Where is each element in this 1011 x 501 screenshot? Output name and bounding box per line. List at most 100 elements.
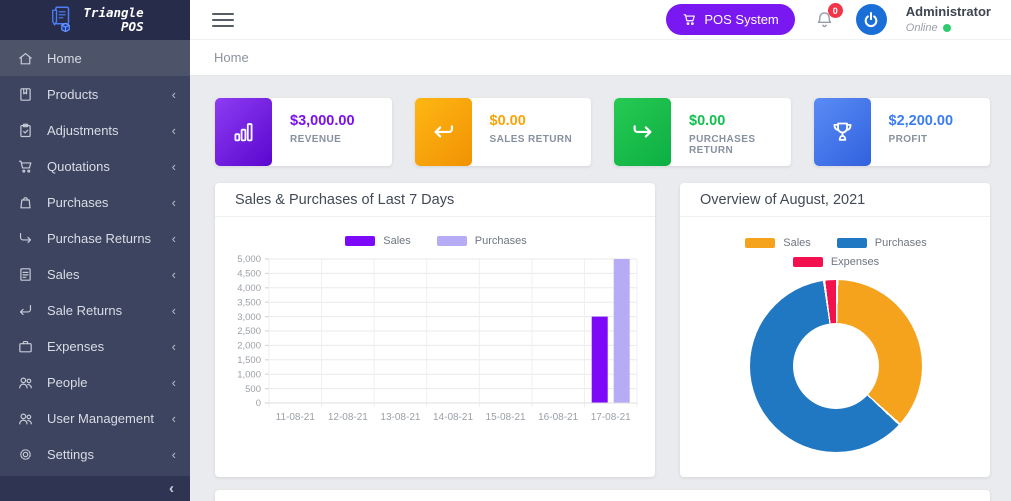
sidebar-item-sales[interactable]: Sales ‹	[0, 256, 190, 292]
notifications-button[interactable]: 0	[814, 9, 835, 30]
sidebar-item-settings[interactable]: Settings ‹	[0, 436, 190, 472]
sidebar-item-user-management[interactable]: User Management ‹	[0, 400, 190, 436]
legend-swatch	[793, 257, 823, 267]
stat-label: PURCHASES RETURN	[689, 134, 791, 156]
briefcase-icon	[17, 338, 34, 355]
bar-chart-icon	[215, 98, 272, 166]
sidebar-item-home[interactable]: Home	[0, 40, 190, 76]
sidebar-collapse-button[interactable]: ‹	[0, 476, 190, 501]
svg-text:1,000: 1,000	[237, 369, 261, 380]
stat-info: $3,000.00 REVENUE	[272, 98, 355, 166]
cart-icon	[682, 12, 697, 27]
user-avatar[interactable]	[856, 4, 887, 35]
bar-legend: Sales Purchases	[227, 235, 645, 247]
user-info: Administrator Online	[906, 4, 991, 35]
sidebar-item-label: Quotations	[47, 159, 172, 174]
return-arrow-icon	[415, 98, 472, 166]
user-status: Online	[906, 21, 991, 35]
svg-text:4,500: 4,500	[237, 269, 261, 280]
breadcrumb: Home	[190, 40, 1011, 76]
sidebar: Triangle POS Home Products ‹ Adjustments…	[0, 0, 190, 501]
sidebar-item-adjustments[interactable]: Adjustments ‹	[0, 112, 190, 148]
sidebar-item-expenses[interactable]: Expenses ‹	[0, 328, 190, 364]
collapse-sidebar-icon: ‹	[169, 480, 174, 497]
sidebar-item-label: Home	[47, 51, 176, 66]
legend-item-sales: Sales	[345, 235, 411, 247]
chevron-left-icon: ‹	[172, 196, 176, 209]
chevron-left-icon: ‹	[172, 412, 176, 425]
sidebar-item-label: Purchases	[47, 195, 172, 210]
sidebar-item-people[interactable]: People ‹	[0, 364, 190, 400]
sidebar-item-purchases[interactable]: Purchases ‹	[0, 184, 190, 220]
chevron-left-icon: ‹	[172, 160, 176, 173]
breadcrumb-home-link[interactable]: Home	[214, 50, 249, 65]
donut-legend: Sales Purchases Expenses	[701, 237, 971, 268]
svg-text:4,000: 4,000	[237, 283, 261, 294]
user-status-label: Online	[906, 21, 938, 35]
legend-swatch	[437, 236, 467, 246]
donut-chart	[750, 280, 922, 452]
chevron-left-icon: ‹	[172, 376, 176, 389]
bar-chart-svg: 05001,0001,5002,0002,5003,0003,5004,0004…	[227, 251, 645, 437]
sidebar-item-label: Expenses	[47, 339, 172, 354]
sidebar-item-label: Settings	[47, 447, 172, 462]
app-logo[interactable]: Triangle POS	[0, 0, 190, 40]
legend-item-sales: Sales	[745, 237, 811, 249]
stat-label: REVENUE	[290, 134, 355, 145]
power-icon	[861, 10, 881, 30]
pos-system-button[interactable]: POS System	[666, 4, 794, 35]
trophy-icon	[814, 98, 871, 166]
stat-card-revenue: $3,000.00 REVENUE	[215, 98, 392, 166]
legend-label: Purchases	[875, 237, 927, 249]
sidebar-item-label: Sales	[47, 267, 172, 282]
app-title-line2: POS	[83, 20, 143, 34]
sidebar-item-label: People	[47, 375, 172, 390]
topbar-right: POS System 0 Administrator Online	[666, 4, 991, 35]
legend-label: Expenses	[831, 256, 879, 268]
notification-badge: 0	[828, 3, 843, 18]
legend-swatch	[837, 238, 867, 248]
donut-chart-title: Overview of August, 2021	[680, 183, 990, 217]
stat-value: $3,000.00	[290, 113, 355, 129]
stat-label: PROFIT	[889, 134, 954, 145]
sidebar-item-label: Purchase Returns	[47, 231, 172, 246]
charts-row: Sales & Purchases of Last 7 Days Sales Pu…	[215, 183, 990, 477]
stat-label: SALES RETURN	[490, 134, 573, 145]
sidebar-item-label: Products	[47, 87, 172, 102]
sidebar-item-sale-returns[interactable]: Sale Returns ‹	[0, 292, 190, 328]
svg-text:1,500: 1,500	[237, 355, 261, 366]
svg-text:16-08-21: 16-08-21	[538, 412, 578, 423]
dashboard-content: $3,000.00 REVENUE $0.00 SALES RETURN $0.…	[190, 76, 1011, 501]
app-title: Triangle POS	[83, 6, 143, 34]
legend-item-purchases: Purchases	[837, 237, 927, 249]
svg-text:5,000: 5,000	[237, 254, 261, 265]
stat-card-profit: $2,200.00 PROFIT	[814, 98, 991, 166]
svg-text:17-08-21: 17-08-21	[591, 412, 631, 423]
stat-info: $0.00 SALES RETURN	[472, 98, 573, 166]
chevron-left-icon: ‹	[172, 124, 176, 137]
stat-cards: $3,000.00 REVENUE $0.00 SALES RETURN $0.…	[215, 98, 990, 166]
donut-wrap	[692, 280, 980, 452]
legend-item-expenses: Expenses	[793, 256, 879, 268]
sidebar-item-quotations[interactable]: Quotations ‹	[0, 148, 190, 184]
bar-chart-title: Sales & Purchases of Last 7 Days	[215, 183, 655, 217]
pos-button-label: POS System	[704, 12, 778, 27]
legend-label: Purchases	[475, 235, 527, 247]
corner-down-left-icon	[17, 302, 34, 319]
sidebar-item-label: Adjustments	[47, 123, 172, 138]
svg-text:11-08-21: 11-08-21	[276, 412, 316, 423]
legend-swatch	[345, 236, 375, 246]
legend-label: Sales	[783, 237, 811, 249]
donut-chart-body: Sales Purchases Expenses	[680, 217, 990, 452]
svg-text:0: 0	[256, 398, 261, 409]
svg-text:3,500: 3,500	[237, 297, 261, 308]
sidebar-item-products[interactable]: Products ‹	[0, 76, 190, 112]
users-icon	[17, 374, 34, 391]
sidebar-item-purchase-returns[interactable]: Purchase Returns ‹	[0, 220, 190, 256]
chevron-left-icon: ‹	[172, 268, 176, 281]
stat-info: $2,200.00 PROFIT	[871, 98, 954, 166]
menu-toggle-icon[interactable]	[212, 9, 234, 31]
sidebar-item-label: User Management	[47, 411, 172, 426]
home-icon	[17, 50, 34, 67]
svg-text:2,500: 2,500	[237, 326, 261, 337]
